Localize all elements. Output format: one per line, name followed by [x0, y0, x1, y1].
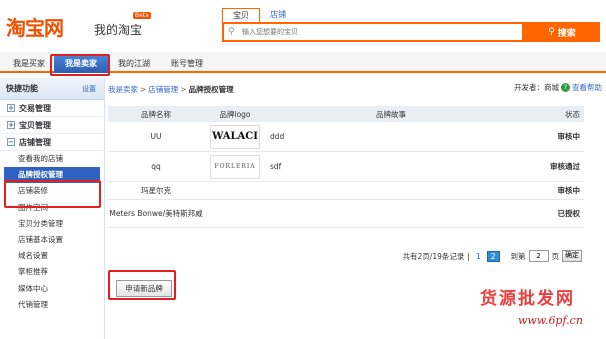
- sidebar-item-consignment[interactable]: 代销管理: [0, 297, 104, 313]
- brand-table: 品牌名称 品牌logo 品牌故事 状态 UU WALACI ddd 审核中 qq…: [108, 106, 584, 228]
- table-row: 玛星尔克 审核中: [108, 182, 584, 200]
- goto-page-input[interactable]: [528, 250, 549, 262]
- crumb-current: 品牌授权管理: [188, 84, 234, 94]
- brand-logo-cell: WALACI: [204, 124, 266, 149]
- developer-info: 开发者：商城 ? 查看帮助: [514, 82, 602, 93]
- page-link-2[interactable]: 2: [486, 250, 500, 262]
- sidebar-item-recommend[interactable]: 掌柜推荐: [0, 264, 104, 280]
- search-tab-items[interactable]: 宝贝: [222, 8, 260, 23]
- col-status: 状态: [565, 109, 580, 119]
- section-items-label: 宝贝管理: [19, 120, 51, 130]
- taobao-logo[interactable]: 淘宝网: [6, 12, 64, 41]
- sidebar-item-basic-settings[interactable]: 店铺基本设置: [0, 232, 104, 248]
- highlight-box-seller: [50, 54, 110, 76]
- brand-logo-image: WALACI: [210, 124, 260, 149]
- pager-divider: |: [467, 251, 470, 261]
- help-icon[interactable]: ?: [561, 83, 570, 92]
- brand-logo-image: FORLERIA: [210, 154, 260, 179]
- brand-story: ddd: [270, 132, 285, 141]
- site-header: 淘宝网 我的淘宝 Beta 宝贝 店铺 ⚲ ⚲搜索: [0, 0, 606, 52]
- developer-label: 开发者：商城: [514, 83, 559, 92]
- highlight-box-brand-auth: [4, 180, 101, 208]
- page-link-1[interactable]: 1: [473, 252, 484, 261]
- goto-confirm-button[interactable]: 确定: [562, 250, 582, 262]
- brand-status: 已授权: [557, 209, 581, 218]
- brand-name: Meters Bonwe/美特斯邦威: [109, 209, 203, 218]
- highlight-box-apply: 申请新品牌: [108, 270, 176, 300]
- nav-jianghu[interactable]: 我的江湖: [110, 55, 158, 73]
- watermark-url: www.6pf.cn: [518, 314, 583, 327]
- crumb-shop-manage[interactable]: 店铺管理: [148, 84, 178, 95]
- col-brand-name: 品牌名称: [141, 109, 171, 119]
- search-button-label: 搜索: [557, 28, 576, 39]
- sidebar-item-view-shop[interactable]: 查看我的店铺: [0, 151, 104, 167]
- crumb-seller[interactable]: 我是卖家: [108, 84, 138, 95]
- table-row: Meters Bonwe/美特斯邦威 已授权: [108, 200, 584, 228]
- brand-status: 审核中: [557, 132, 581, 141]
- brand-name: UU: [150, 132, 162, 141]
- logo-wordmark: FORLERIA: [214, 163, 256, 170]
- brand-name: 玛星尔克: [141, 186, 171, 195]
- nav-buyer[interactable]: 我是买家: [6, 55, 52, 73]
- crumb-separator: >: [140, 84, 147, 94]
- goto-prefix: 到第: [510, 251, 526, 261]
- search-input[interactable]: [242, 26, 512, 38]
- help-link[interactable]: 查看帮助: [572, 82, 602, 93]
- brand-status: 审核中: [557, 186, 581, 195]
- collapse-icon: −: [7, 138, 15, 146]
- section-shop[interactable]: − 店铺管理: [0, 134, 104, 151]
- col-brand-logo: 品牌logo: [219, 109, 251, 119]
- table-row: qq FORLERIA sdf 审核通过: [108, 152, 584, 182]
- beta-badge: Beta: [133, 12, 151, 19]
- expand-icon: +: [7, 121, 15, 129]
- search-icon: ⚲: [228, 27, 235, 37]
- search-button[interactable]: ⚲ 搜索: [524, 22, 600, 42]
- section-trade[interactable]: + 交易管理: [0, 100, 104, 117]
- crumb-separator: >: [180, 84, 187, 94]
- table-header: 品牌名称 品牌logo 品牌故事 状态: [108, 106, 584, 122]
- brand-logo-cell: FORLERIA: [204, 154, 266, 179]
- sidebar: 快捷功能 设置 + 交易管理 + 宝贝管理 − 店铺管理 查看我的店铺 品牌授权管理 …: [0, 78, 105, 339]
- table-row: UU WALACI ddd 审核中: [108, 122, 584, 152]
- apply-new-brand-button[interactable]: 申请新品牌: [116, 280, 172, 297]
- brand-status: 审核通过: [550, 162, 580, 171]
- search-button-icon: ⚲: [548, 27, 555, 37]
- sidebar-item-domain[interactable]: 域名设置: [0, 248, 104, 264]
- sidebar-title: 快捷功能: [6, 84, 38, 93]
- brand-story: sdf: [270, 162, 282, 171]
- sidebar-item-media[interactable]: 媒体中心: [0, 281, 104, 297]
- search-tabs: 宝贝 店铺: [222, 8, 296, 23]
- watermark-title: 货源批发网: [480, 289, 575, 309]
- my-taobao-title[interactable]: 我的淘宝: [94, 21, 142, 38]
- pagination: 共有2页/19条记录 | 1 2 到第 页 确定: [403, 250, 582, 262]
- logo-wordmark: WALACI: [212, 131, 258, 142]
- search-box: ⚲: [222, 22, 524, 42]
- col-brand-story: 品牌故事: [376, 109, 406, 119]
- sidebar-settings-link[interactable]: 设置: [82, 84, 96, 94]
- sidebar-item-categories[interactable]: 宝贝分类管理: [0, 216, 104, 232]
- site-watermark: 货源批发网 www.6pf.cn: [480, 284, 600, 336]
- expand-icon: +: [7, 104, 15, 112]
- search-tab-shops[interactable]: 店铺: [260, 8, 296, 22]
- brand-name: qq: [151, 162, 161, 171]
- nav-account[interactable]: 账号管理: [162, 55, 212, 73]
- goto-suffix: 页: [551, 251, 560, 261]
- pager-summary: 共有2页/19条记录: [402, 251, 465, 261]
- section-items[interactable]: + 宝贝管理: [0, 117, 104, 134]
- section-trade-label: 交易管理: [19, 103, 51, 113]
- sidebar-header: 快捷功能 设置: [0, 78, 104, 100]
- section-shop-label: 店铺管理: [19, 137, 51, 147]
